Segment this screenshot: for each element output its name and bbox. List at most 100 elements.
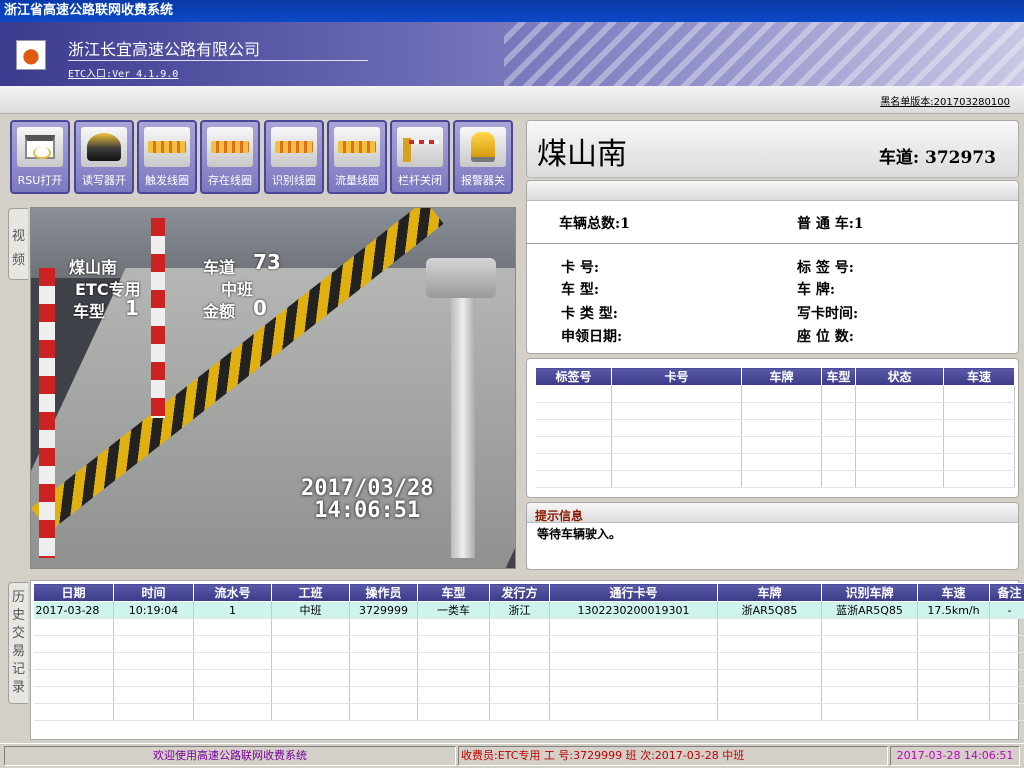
lane-number: 车道: 372973: [878, 148, 996, 168]
table-row[interactable]: [535, 470, 1015, 488]
history-cell: 1302230200019301: [549, 601, 718, 619]
history-cell: 2017-03-28: [33, 601, 114, 619]
table-row[interactable]: [535, 419, 1015, 437]
osd-lane-label: 车道: [203, 258, 236, 277]
video-timestamp-time: 14:06:51: [314, 498, 421, 523]
tag-number-label: 标 签 号:: [797, 260, 854, 276]
tag-column-header[interactable]: 标签号: [535, 367, 612, 386]
history-column-header[interactable]: 备注: [989, 583, 1024, 602]
barrier-gate-icon: [401, 132, 439, 162]
barrier-button[interactable]: 栏杆关闭: [390, 120, 450, 194]
osd-vehicle-type-value: 1: [125, 296, 139, 320]
history-column-header[interactable]: 日期: [33, 583, 114, 602]
tag-table-panel: 标签号 卡号 车牌 车型 状态 车速: [526, 358, 1019, 498]
table-row[interactable]: [535, 385, 1015, 403]
version-label: ETC入口:Ver 4.1.9.0: [68, 69, 179, 80]
alarm-button[interactable]: 报警器关: [453, 120, 513, 194]
history-column-header[interactable]: 操作员: [349, 583, 418, 602]
recognition-loop-button-label: 识别线圈: [272, 174, 316, 187]
rsu-button[interactable]: RSU打开: [10, 120, 70, 194]
table-row[interactable]: 2017-03-28 10:19:04 1 中班 3729999 一类车 浙江 …: [33, 601, 1024, 619]
recognition-loop-button[interactable]: 识别线圈: [264, 120, 324, 194]
tag-column-header[interactable]: 车牌: [741, 367, 822, 386]
tab-video-label: 视频: [11, 229, 25, 268]
loop-icon: [338, 141, 376, 153]
history-column-header[interactable]: 工班: [271, 583, 350, 602]
table-row[interactable]: [33, 686, 1024, 704]
rsu-icon: [25, 135, 55, 159]
history-column-header[interactable]: 识别车牌: [821, 583, 918, 602]
hint-message: 等待车辆驶入。: [537, 527, 622, 541]
camera-video-feed: 煤山南 ETC专用 车型 1 车道 73 中班 金额 0 2017/03/28 …: [30, 207, 516, 569]
banner-stripes: [504, 22, 1024, 86]
history-cell: 10:19:04: [113, 601, 194, 619]
history-column-header[interactable]: 发行方: [489, 583, 550, 602]
company-name: 浙江长宜高速公路有限公司: [68, 40, 261, 59]
video-pillar: [151, 218, 165, 418]
station-panel: 煤山南 车道: 372973: [526, 120, 1019, 178]
vehicle-total: 车辆总数:1: [559, 216, 630, 232]
header-banner: ● 浙江长宜高速公路有限公司 ETC入口:Ver 4.1.9.0: [0, 22, 1024, 86]
plate-label: 车 牌:: [797, 282, 836, 298]
apple-logo-icon: ●: [16, 40, 46, 70]
history-column-header[interactable]: 通行卡号: [549, 583, 718, 602]
history-cell: 一类车: [417, 601, 490, 619]
presence-loop-button[interactable]: 存在线圈: [200, 120, 260, 194]
history-cell: 3729999: [349, 601, 418, 619]
tag-column-header[interactable]: 车型: [821, 367, 856, 386]
window-title: 浙江省高速公路联网收费系统: [0, 0, 1024, 22]
alarm-button-label: 报警器关: [461, 174, 505, 187]
video-camera-pole: [451, 298, 475, 558]
seat-count-label: 座 位 数:: [797, 329, 854, 345]
video-timestamp-date: 2017/03/28: [301, 476, 434, 501]
history-cell: 蓝浙AR5Q85: [821, 601, 918, 619]
history-table: 日期 时间 流水号 工班 操作员 车型 发行方 通行卡号 车牌 识别车牌 车速 …: [33, 583, 1024, 721]
history-column-header[interactable]: 车型: [417, 583, 490, 602]
osd-station: 煤山南: [69, 258, 118, 277]
card-type-label: 卡 类 型:: [561, 306, 618, 322]
history-column-header[interactable]: 车速: [917, 583, 990, 602]
video-pillar: [39, 268, 55, 558]
table-row[interactable]: [535, 453, 1015, 471]
tab-history[interactable]: 历史交易记录: [8, 582, 28, 704]
osd-shift: 中班: [221, 280, 254, 299]
tag-column-header[interactable]: 状态: [855, 367, 944, 386]
osd-amount-label: 金额: [203, 302, 236, 321]
tab-video[interactable]: 视频: [8, 208, 28, 280]
hint-title: 提示信息: [535, 509, 584, 523]
history-cell: -: [989, 601, 1024, 619]
loop-icon: [148, 141, 186, 153]
status-welcome: 欢迎使用高速公路联网收费系统: [4, 746, 456, 766]
trigger-loop-button-label: 触发线圈: [145, 174, 189, 187]
device-toolbar: RSU打开 读写器开 触发线圈 存在线圈 识别线圈 流量线圈 栏杆关闭 报警器关: [8, 120, 520, 196]
table-row[interactable]: [33, 635, 1024, 653]
vehicle-info-panel: 车辆总数:1 普 通 车:1 卡 号: 车 型: 卡 类 型: 申领日期: 标 …: [526, 180, 1019, 354]
table-row[interactable]: [33, 652, 1024, 670]
rsu-button-label: RSU打开: [17, 174, 63, 187]
table-row[interactable]: [33, 703, 1024, 721]
normal-vehicle-count: 普 通 车:1: [797, 216, 864, 232]
history-cell: 中班: [271, 601, 350, 619]
info-divider: [527, 243, 1018, 244]
presence-loop-button-label: 存在线圈: [208, 174, 252, 187]
flow-loop-button-label: 流量线圈: [335, 174, 379, 187]
history-column-header[interactable]: 流水号: [193, 583, 272, 602]
table-row[interactable]: [33, 669, 1024, 687]
history-column-header[interactable]: 车牌: [717, 583, 822, 602]
barrier-button-label: 栏杆关闭: [398, 174, 442, 187]
table-row[interactable]: [535, 402, 1015, 420]
tag-table: 标签号 卡号 车牌 车型 状态 车速: [535, 367, 1015, 488]
table-row[interactable]: [33, 618, 1024, 636]
tag-column-header[interactable]: 车速: [943, 367, 1015, 386]
table-row[interactable]: [535, 436, 1015, 454]
blacklist-bar: 黑名单版本:201703280100: [0, 86, 1024, 114]
osd-amount-value: 0: [253, 296, 267, 320]
history-panel: 日期 时间 流水号 工班 操作员 车型 发行方 通行卡号 车牌 识别车牌 车速 …: [30, 580, 1024, 740]
write-time-label: 写卡时间:: [797, 306, 859, 322]
flow-loop-button[interactable]: 流量线圈: [327, 120, 387, 194]
tag-column-header[interactable]: 卡号: [611, 367, 742, 386]
alarm-icon: [471, 132, 495, 162]
history-column-header[interactable]: 时间: [113, 583, 194, 602]
card-reader-button[interactable]: 读写器开: [74, 120, 134, 194]
trigger-loop-button[interactable]: 触发线圈: [137, 120, 197, 194]
